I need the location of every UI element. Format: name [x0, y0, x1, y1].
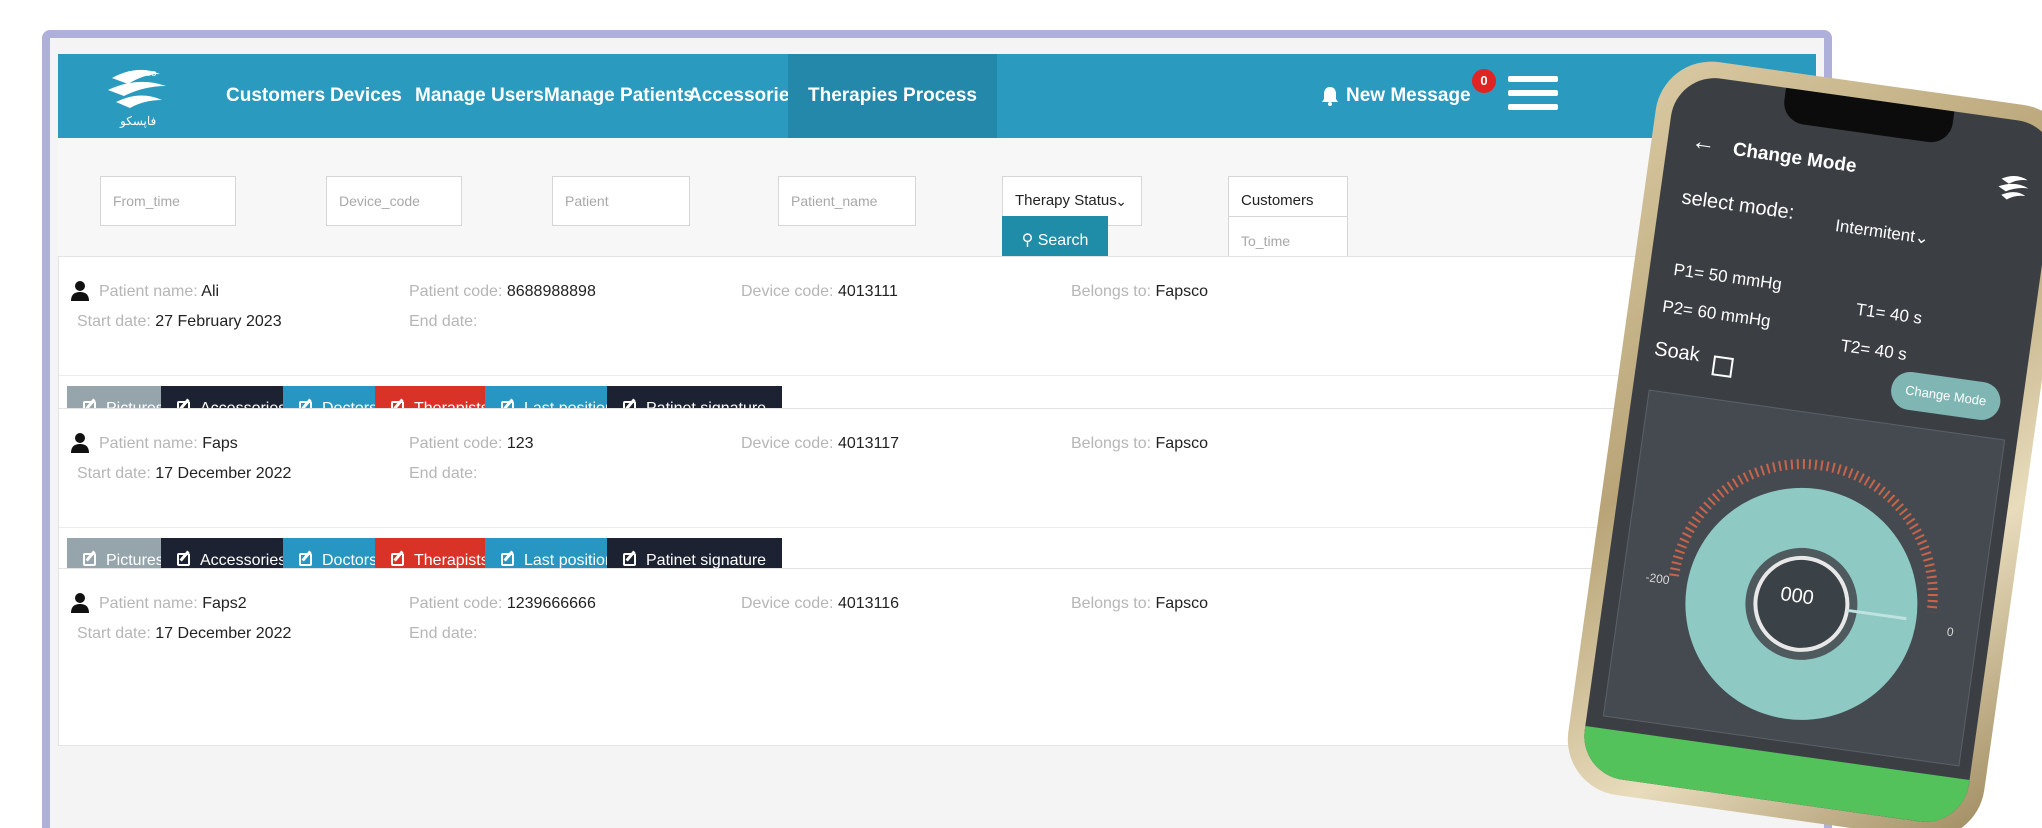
- edit-icon: [177, 553, 190, 566]
- patient-code-field: Patient code: 123: [409, 435, 534, 452]
- belongs-to-field: Belongs to: Fapsco: [1071, 595, 1208, 612]
- back-arrow-icon[interactable]: ←: [1690, 127, 1718, 158]
- mode-select[interactable]: Intermitent⌄: [1834, 216, 1930, 249]
- nav-manage-patients[interactable]: Manage Patients: [544, 54, 694, 138]
- edit-icon: [391, 553, 404, 566]
- nav-devices[interactable]: Devices: [330, 54, 402, 138]
- search-icon: ⚲: [1021, 232, 1034, 249]
- end-date-field: End date:: [409, 313, 478, 330]
- edit-icon: [299, 553, 312, 566]
- screenshot-stage: FAPSCO فاپسکو Customers Devices Manage U…: [0, 0, 2042, 828]
- device-code-input[interactable]: Device_code: [326, 176, 462, 226]
- change-mode-button[interactable]: Change Mode: [1888, 369, 2003, 423]
- customers-select-value: Customers: [1241, 192, 1314, 209]
- pressure-gauge: [1669, 459, 1938, 720]
- new-message-link[interactable]: New Message: [1346, 54, 1471, 138]
- svg-text:FAPSCO: FAPSCO: [128, 71, 157, 78]
- chevron-down-icon: ⌄: [1115, 193, 1127, 209]
- t1-value: T1= 40 s: [1854, 299, 1924, 328]
- patient-code-field: Patient code: 1239666666: [409, 595, 596, 612]
- t2-value: T2= 40 s: [1839, 335, 1909, 365]
- record-card-3: Patient name: Faps2 Start date: 17 Decem…: [58, 568, 1816, 746]
- nav-customers[interactable]: Customers: [226, 54, 325, 138]
- edit-icon: [623, 553, 636, 566]
- start-date-field: Start date: 27 February 2023: [77, 313, 282, 330]
- fapsco-logo-icon: [1998, 176, 2029, 200]
- gauge-value: 000: [1779, 583, 1816, 610]
- soak-label: Soak: [1652, 338, 1702, 367]
- logo-text: فاپسکو: [120, 114, 157, 128]
- belongs-to-field: Belongs to: Fapsco: [1071, 435, 1208, 452]
- edit-icon: [501, 553, 514, 566]
- nav-therapies-process[interactable]: Therapies Process: [788, 54, 997, 138]
- device-code-field: Device code: 4013116: [741, 595, 900, 612]
- search-button-label: Search: [1037, 232, 1089, 249]
- chevron-down-icon: ⌄: [1913, 227, 1931, 249]
- patient-name-input[interactable]: Patient_name: [778, 176, 916, 226]
- card-action-bar: Pictures Accessories Doctors Therapists …: [59, 527, 1815, 584]
- patient-input[interactable]: Patient: [552, 176, 690, 226]
- user-icon: [71, 281, 89, 301]
- select-mode-label: select mode:: [1680, 186, 1796, 224]
- patient-name-field: Patient name: Faps: [99, 435, 238, 452]
- start-date-field: Start date: 17 December 2022: [77, 625, 292, 642]
- phone-title: Change Mode: [1731, 139, 1858, 178]
- patient-name-field: Patient name: Faps2: [99, 595, 247, 612]
- record-card-2: Patient name: Faps Start date: 17 Decemb…: [58, 408, 1816, 586]
- patient-code-field: Patient code: 8688988898: [409, 283, 596, 300]
- user-icon: [71, 593, 89, 613]
- hamburger-menu-icon[interactable]: [1508, 76, 1558, 116]
- bell-icon[interactable]: [1321, 86, 1339, 106]
- pressure-gauge-panel: 000 -200 0: [1602, 389, 2006, 767]
- nav-manage-users[interactable]: Manage Users: [415, 54, 544, 138]
- mode-select-value: Intermitent: [1834, 216, 1917, 247]
- end-date-field: End date:: [409, 625, 478, 642]
- device-code-field: Device code: 4013111: [741, 283, 898, 300]
- web-app-window: FAPSCO فاپسکو Customers Devices Manage U…: [42, 30, 1832, 828]
- device-code-field: Device code: 4013117: [741, 435, 900, 452]
- soak-checkbox[interactable]: [1711, 355, 1734, 378]
- therapy-status-value: Therapy Status: [1015, 192, 1117, 209]
- end-date-field: End date:: [409, 465, 478, 482]
- from-time-input[interactable]: From_time: [100, 176, 236, 226]
- patient-name-field: Patient name: Ali: [99, 283, 220, 300]
- user-icon: [71, 433, 89, 453]
- nav-accessories[interactable]: Accessories: [688, 54, 800, 138]
- start-date-field: Start date: 17 December 2022: [77, 465, 292, 482]
- p1-value: P1= 50 mmHg: [1672, 259, 1784, 294]
- edit-icon: [83, 553, 96, 566]
- p2-value: P2= 60 mmHg: [1661, 296, 1772, 331]
- top-navbar: FAPSCO فاپسکو Customers Devices Manage U…: [58, 54, 1816, 138]
- belongs-to-field: Belongs to: Fapsco: [1071, 283, 1208, 300]
- message-count-badge: 0: [1472, 69, 1496, 93]
